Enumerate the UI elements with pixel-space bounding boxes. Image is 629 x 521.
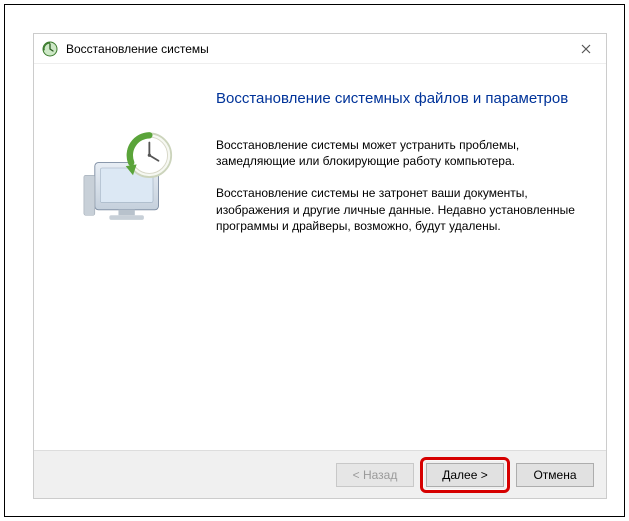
dialog-window: Восстановление системы [33,33,607,499]
titlebar: Восстановление системы [34,34,606,64]
back-button: < Назад [336,463,414,487]
text-pane: Восстановление системных файлов и параме… [208,88,582,440]
illustration-pane [58,88,208,440]
annotation-highlight: Далее > [420,457,510,493]
paragraph-2: Восстановление системы не затронет ваши … [216,185,576,234]
close-button[interactable] [566,34,606,64]
screenshot-frame: Восстановление системы [4,4,625,517]
system-restore-icon [42,41,58,57]
paragraph-1: Восстановление системы может устранить п… [216,137,576,169]
system-restore-illustration-icon [78,128,188,228]
next-button[interactable]: Далее > [426,463,504,487]
cancel-button[interactable]: Отмена [516,463,594,487]
window-title: Восстановление системы [66,42,209,56]
content-area: Восстановление системных файлов и параме… [34,64,606,450]
wizard-footer: < Назад Далее > Отмена [34,450,606,498]
page-heading: Восстановление системных файлов и параме… [216,88,582,107]
